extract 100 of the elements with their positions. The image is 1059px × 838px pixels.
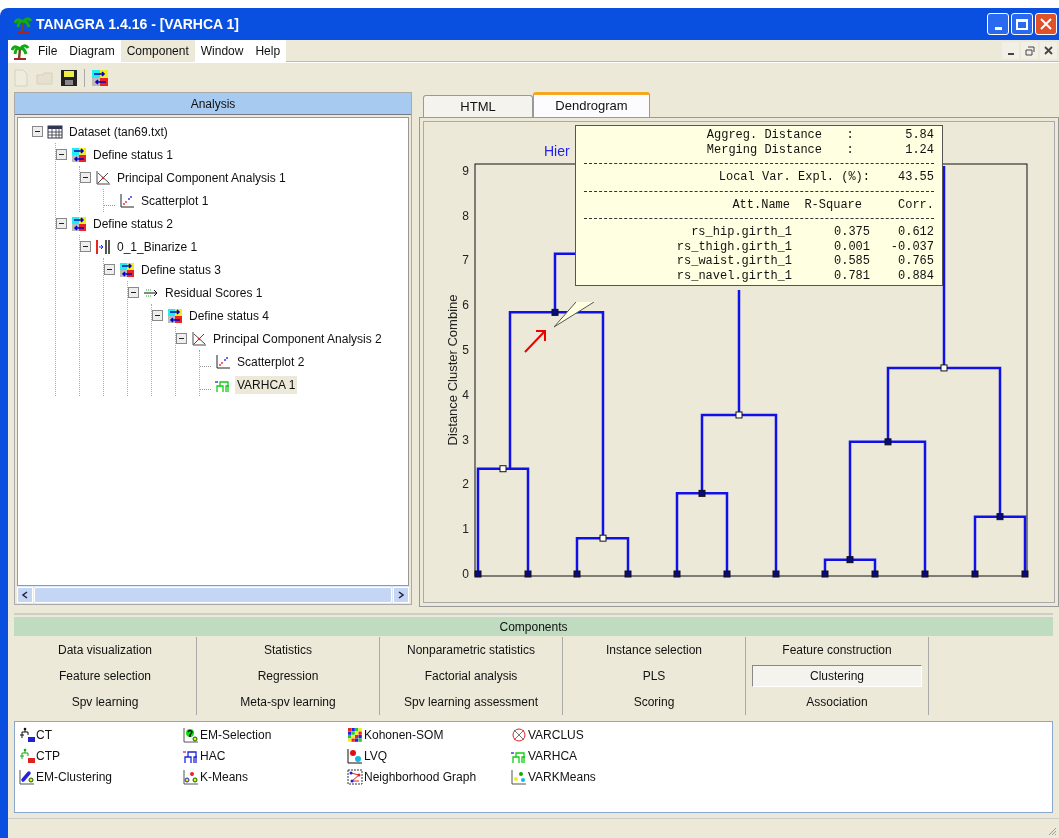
tab[interactable]: HTML xyxy=(423,95,533,117)
category-tab[interactable]: Factorial analysis xyxy=(424,667,518,685)
category-tab[interactable]: Regression xyxy=(257,667,319,685)
tree-item[interactable]: VARHCA 1 xyxy=(235,375,298,394)
axis-tick-label: 6 xyxy=(462,298,469,313)
minus-icon xyxy=(34,128,41,135)
category-tab[interactable]: Instance selection xyxy=(605,641,703,659)
horizontal-scrollbar[interactable] xyxy=(17,586,409,604)
circles-icon xyxy=(183,768,199,785)
tree-item[interactable]: Principal Component Analysis 2 xyxy=(211,329,384,348)
tool-entry[interactable]: VARHCA xyxy=(528,746,578,765)
scatterplot-icon xyxy=(215,353,231,370)
tooltip-label: Merging Distance xyxy=(706,142,822,157)
palm-tree-icon[interactable] xyxy=(11,41,29,60)
tool-entry[interactable]: EM-Selection xyxy=(200,725,272,744)
category-tab[interactable]: Nonparametric statistics xyxy=(406,641,535,659)
tree-item[interactable]: Define status 3 xyxy=(139,260,224,279)
table-icon xyxy=(47,123,63,140)
points-icon xyxy=(347,747,363,764)
table-cell-text: -0.037 xyxy=(889,239,934,254)
crossed-circle-icon xyxy=(511,726,527,743)
minimize-button[interactable] xyxy=(987,13,1009,35)
tree-item[interactable]: 0_1_Binarize 1 xyxy=(115,237,200,256)
tooltip-value: 1.24 xyxy=(904,142,934,157)
tool-entry[interactable]: CTP xyxy=(36,746,60,765)
resize-grip-icon[interactable] xyxy=(1047,826,1057,836)
axis-tick-label: 8 xyxy=(462,208,469,223)
collapse-toggle[interactable] xyxy=(80,172,91,183)
axis-tick-label: 1 xyxy=(462,522,469,537)
collapse-toggle[interactable] xyxy=(56,149,67,160)
collapse-toggle[interactable] xyxy=(152,310,163,321)
tool-entry[interactable]: Neighborhood Graph xyxy=(364,767,477,786)
minus-icon xyxy=(154,312,161,319)
close-button[interactable] xyxy=(1035,13,1057,35)
tree-item[interactable]: Define status 2 xyxy=(91,214,176,233)
category-tab[interactable]: Feature selection xyxy=(58,667,152,685)
minus-icon xyxy=(130,289,137,296)
tool-entry[interactable]: LVQ xyxy=(364,746,388,765)
tool-entry[interactable]: K-Means xyxy=(200,767,249,786)
grid-icon xyxy=(347,726,363,743)
tooltip-value: 43.55 xyxy=(897,170,934,185)
category-tab[interactable]: Data visualization xyxy=(57,641,153,659)
pointer-arrow xyxy=(524,330,546,353)
table-cell-text: 0.585 xyxy=(833,254,870,269)
axis-tick-label: 2 xyxy=(462,477,469,492)
collapse-toggle[interactable] xyxy=(104,264,115,275)
collapse-toggle[interactable] xyxy=(80,241,91,252)
graph-icon xyxy=(347,768,363,785)
axis-tick-label: 0 xyxy=(462,567,469,581)
scatterplot-icon xyxy=(119,192,135,209)
capsule-icon xyxy=(19,768,35,785)
close-button[interactable] xyxy=(1040,42,1057,59)
tooltip-value: 5.84 xyxy=(904,128,934,143)
collapse-toggle[interactable] xyxy=(56,218,67,229)
tree-item[interactable]: Define status 1 xyxy=(91,145,176,164)
minus-icon xyxy=(82,243,89,250)
collapse-toggle[interactable] xyxy=(128,287,139,298)
tree-item[interactable]: Dataset (tan69.txt) xyxy=(67,122,170,141)
table-cell-text: 0.765 xyxy=(897,254,934,269)
tool-entry[interactable]: EM-Clustering xyxy=(36,767,113,786)
collapse-toggle[interactable] xyxy=(32,126,43,137)
tree-item[interactable]: Scatterplot 2 xyxy=(235,352,307,371)
table-cell-text: rs_hip.girth_1 xyxy=(691,225,793,240)
table-cell-text: rs_navel.girth_1 xyxy=(676,268,793,283)
category-tab[interactable]: Spv learning assessment xyxy=(403,693,539,711)
restore-icon xyxy=(1024,45,1035,56)
category-tab[interactable]: Clustering xyxy=(752,665,922,687)
category-tab[interactable]: Statistics xyxy=(264,641,312,659)
category-tab[interactable]: Spv learning xyxy=(71,693,139,711)
category-tab[interactable]: Meta-spv learning xyxy=(240,693,336,711)
column-header: R-Square xyxy=(803,197,862,212)
minimize-button[interactable] xyxy=(1002,42,1019,59)
tree-item[interactable]: Principal Component Analysis 1 xyxy=(115,168,288,187)
tool-entry[interactable]: CT xyxy=(36,725,52,744)
tooltip-tail xyxy=(554,302,595,328)
tool-entry[interactable]: VARKMeans xyxy=(528,767,596,786)
close-icon xyxy=(1040,18,1052,30)
tree-item[interactable]: Define status 4 xyxy=(187,306,272,325)
tool-entry[interactable]: HAC xyxy=(200,746,226,765)
category-tab[interactable]: Scoring xyxy=(633,693,675,711)
panel-header: Analysis xyxy=(15,93,411,115)
tab[interactable]: Dendrogram xyxy=(533,92,650,117)
table-cell-text: 0.781 xyxy=(833,268,870,283)
arrows-icon[interactable] xyxy=(91,68,109,87)
tree-item[interactable]: Residual Scores 1 xyxy=(163,283,265,302)
tree-item[interactable]: Scatterplot 1 xyxy=(139,191,211,210)
tool-entry[interactable]: Kohonen-SOM xyxy=(364,725,444,744)
maximize-button[interactable] xyxy=(1011,13,1033,35)
axis-tick-label: 3 xyxy=(462,432,469,447)
axis-tick-label: 7 xyxy=(462,253,469,268)
tool-entry[interactable]: VARCLUS xyxy=(528,725,584,744)
arrows-icon xyxy=(119,261,135,278)
category-tab[interactable]: Feature construction xyxy=(782,641,892,659)
save-icon[interactable] xyxy=(60,68,78,87)
axis-tick-label: 4 xyxy=(462,387,469,402)
axes-icon xyxy=(95,169,111,186)
category-tab[interactable]: Association xyxy=(806,693,868,711)
collapse-toggle[interactable] xyxy=(176,333,187,344)
category-tab[interactable]: PLS xyxy=(642,667,666,685)
minus-icon xyxy=(178,335,185,342)
